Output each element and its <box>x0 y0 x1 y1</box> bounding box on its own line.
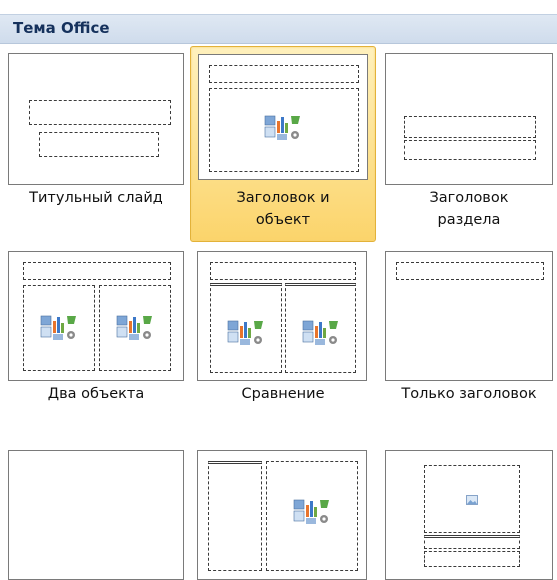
layout-label-line-2: объект <box>255 212 311 228</box>
title-placeholder <box>210 262 356 280</box>
layout-thumbnail <box>197 251 367 381</box>
left-content-placeholder <box>23 285 95 371</box>
layout-thumbnail <box>8 450 184 580</box>
layout-thumbnail <box>198 54 368 180</box>
title-placeholder <box>23 262 171 280</box>
insert-content-icon <box>227 320 263 345</box>
layout-content-with-caption[interactable] <box>190 446 376 580</box>
right-heading-placeholder <box>285 283 356 373</box>
layout-title-slide[interactable]: Титульный слайд <box>3 48 189 238</box>
caption-title-placeholder <box>208 461 262 571</box>
layout-thumbnail <box>8 53 184 185</box>
title-placeholder <box>209 65 359 83</box>
layout-label: Только заголовок <box>401 386 537 402</box>
insert-content-icon <box>116 315 152 340</box>
title-placeholder <box>404 116 536 138</box>
layout-title-only[interactable]: Только заголовок <box>381 248 557 408</box>
layout-picture-with-caption[interactable] <box>381 446 557 580</box>
title-placeholder <box>396 262 544 280</box>
layout-blank[interactable] <box>3 446 189 580</box>
layout-section-header[interactable]: Заголовок раздела <box>381 48 557 238</box>
subtitle-placeholder <box>39 132 159 157</box>
gallery-title: Тема Office <box>13 19 110 37</box>
insert-content-icon <box>302 320 338 345</box>
content-placeholder <box>209 88 359 172</box>
layout-thumbnail <box>8 251 184 381</box>
gallery-header: Тема Office <box>0 14 557 44</box>
picture-placeholder <box>424 465 520 533</box>
layout-thumbnail <box>197 450 367 580</box>
picture-icon <box>466 495 478 505</box>
layout-two-content[interactable]: Два объекта <box>3 248 189 408</box>
left-heading-placeholder <box>210 283 282 373</box>
insert-content-icon <box>293 499 329 524</box>
insert-content-icon <box>40 315 76 340</box>
right-content-placeholder <box>99 285 171 371</box>
title-placeholder <box>29 100 171 125</box>
text-placeholder <box>404 140 536 160</box>
content-placeholder <box>266 461 358 571</box>
layout-label-line-2: раздела <box>437 212 501 228</box>
layout-thumbnail <box>385 251 553 381</box>
layout-thumbnail <box>385 53 553 185</box>
layout-label-line-1: Заголовок <box>429 190 509 206</box>
layout-comparison[interactable]: Сравнение <box>190 248 376 408</box>
layout-label: Два объекта <box>47 386 145 402</box>
caption-text-placeholder <box>424 551 520 567</box>
layout-label-line-1: Заголовок и <box>236 190 330 206</box>
layout-title-and-content[interactable]: Заголовок и объект <box>190 46 376 242</box>
insert-content-icon <box>264 115 300 140</box>
layout-label: Сравнение <box>241 386 325 402</box>
caption-title-placeholder <box>424 535 520 549</box>
layout-label: Титульный слайд <box>29 190 163 206</box>
layout-thumbnail <box>385 450 553 580</box>
